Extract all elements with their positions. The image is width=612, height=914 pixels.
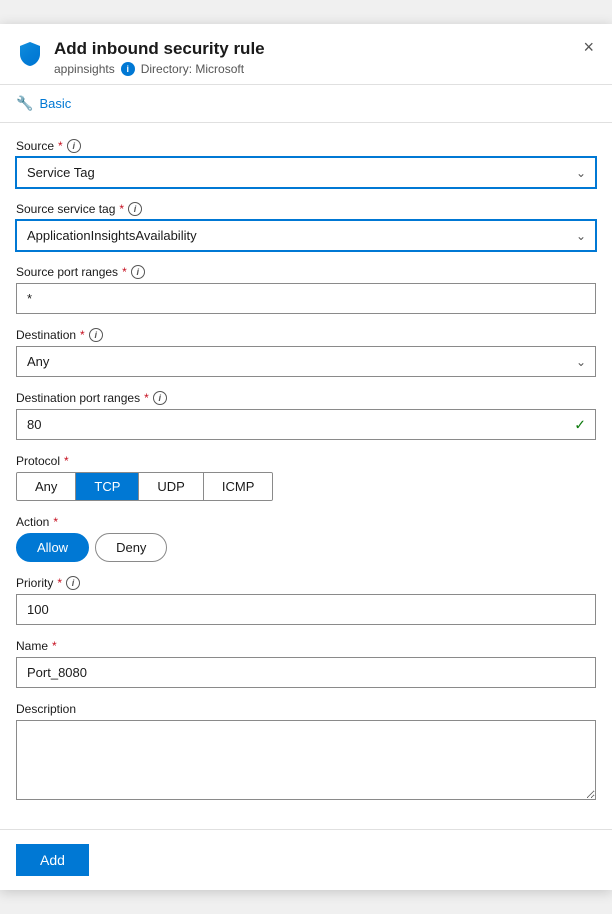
source-info-icon[interactable]: i bbox=[67, 139, 81, 153]
directory-label: Directory: Microsoft bbox=[141, 62, 244, 76]
destination-info-icon[interactable]: i bbox=[89, 328, 103, 342]
name-input[interactable] bbox=[16, 657, 596, 688]
source-port-info-icon[interactable]: i bbox=[131, 265, 145, 279]
info-dot-icon: i bbox=[121, 62, 135, 76]
priority-info-icon[interactable]: i bbox=[66, 576, 80, 590]
close-button[interactable]: × bbox=[581, 38, 596, 56]
dest-port-required: * bbox=[144, 391, 149, 405]
section-tab: 🔧 Basic bbox=[0, 85, 612, 123]
destination-label: Destination * i bbox=[16, 328, 596, 342]
description-label: Description bbox=[16, 702, 596, 716]
panel-header: Add inbound security rule appinsights i … bbox=[0, 24, 612, 85]
source-required: * bbox=[58, 139, 63, 153]
destination-port-ranges-group: Destination port ranges * i ✓ bbox=[16, 391, 596, 440]
protocol-icmp-button[interactable]: ICMP bbox=[204, 473, 273, 500]
form-body: Source * i Service Tag ⌄ Source service … bbox=[0, 123, 612, 829]
priority-required: * bbox=[57, 576, 62, 590]
destination-required: * bbox=[80, 328, 85, 342]
description-textarea[interactable] bbox=[16, 720, 596, 800]
action-allow-button[interactable]: Allow bbox=[16, 533, 89, 562]
source-service-tag-select[interactable]: ApplicationInsightsAvailability bbox=[16, 220, 596, 251]
panel-title: Add inbound security rule bbox=[54, 38, 265, 60]
source-port-required: * bbox=[122, 265, 127, 279]
source-select[interactable]: Service Tag bbox=[16, 157, 596, 188]
priority-label: Priority * i bbox=[16, 576, 596, 590]
shield-icon bbox=[16, 40, 44, 68]
source-label: Source * i bbox=[16, 139, 596, 153]
description-group: Description bbox=[16, 702, 596, 803]
name-required: * bbox=[52, 639, 57, 653]
protocol-group: Protocol * Any TCP UDP ICMP bbox=[16, 454, 596, 501]
source-select-wrapper: Service Tag ⌄ bbox=[16, 157, 596, 188]
dest-port-info-icon[interactable]: i bbox=[153, 391, 167, 405]
action-required: * bbox=[53, 515, 58, 529]
add-button[interactable]: Add bbox=[16, 844, 89, 876]
action-toggle-group: Allow Deny bbox=[16, 533, 596, 562]
source-port-ranges-group: Source port ranges * i bbox=[16, 265, 596, 314]
destination-group: Destination * i Any ⌄ bbox=[16, 328, 596, 377]
panel-footer: Add bbox=[0, 829, 612, 890]
app-name: appinsights bbox=[54, 62, 115, 76]
source-port-ranges-input[interactable] bbox=[16, 283, 596, 314]
action-group: Action * Allow Deny bbox=[16, 515, 596, 562]
wrench-icon: 🔧 bbox=[16, 95, 33, 112]
destination-select[interactable]: Any bbox=[16, 346, 596, 377]
source-service-tag-select-wrapper: ApplicationInsightsAvailability ⌄ bbox=[16, 220, 596, 251]
protocol-toggle-group: Any TCP UDP ICMP bbox=[16, 472, 273, 501]
protocol-tcp-button[interactable]: TCP bbox=[76, 473, 139, 500]
name-label: Name * bbox=[16, 639, 596, 653]
action-deny-button[interactable]: Deny bbox=[95, 533, 167, 562]
source-service-tag-label: Source service tag * i bbox=[16, 202, 596, 216]
destination-port-ranges-input[interactable] bbox=[16, 409, 596, 440]
destination-port-ranges-label: Destination port ranges * i bbox=[16, 391, 596, 405]
protocol-required: * bbox=[64, 454, 69, 468]
panel-subtitle: appinsights i Directory: Microsoft bbox=[54, 62, 265, 76]
action-label: Action * bbox=[16, 515, 596, 529]
panel: Add inbound security rule appinsights i … bbox=[0, 24, 612, 890]
source-group: Source * i Service Tag ⌄ bbox=[16, 139, 596, 188]
priority-input[interactable] bbox=[16, 594, 596, 625]
destination-select-wrapper: Any ⌄ bbox=[16, 346, 596, 377]
dest-port-input-wrapper: ✓ bbox=[16, 409, 596, 440]
name-group: Name * bbox=[16, 639, 596, 688]
source-port-ranges-label: Source port ranges * i bbox=[16, 265, 596, 279]
priority-group: Priority * i bbox=[16, 576, 596, 625]
protocol-udp-button[interactable]: UDP bbox=[139, 473, 203, 500]
protocol-any-button[interactable]: Any bbox=[17, 473, 76, 500]
source-service-tag-group: Source service tag * i ApplicationInsigh… bbox=[16, 202, 596, 251]
source-service-tag-required: * bbox=[119, 202, 124, 216]
dest-port-check-icon: ✓ bbox=[574, 416, 586, 433]
protocol-label: Protocol * bbox=[16, 454, 596, 468]
source-service-tag-info-icon[interactable]: i bbox=[128, 202, 142, 216]
tab-label: Basic bbox=[39, 96, 71, 111]
